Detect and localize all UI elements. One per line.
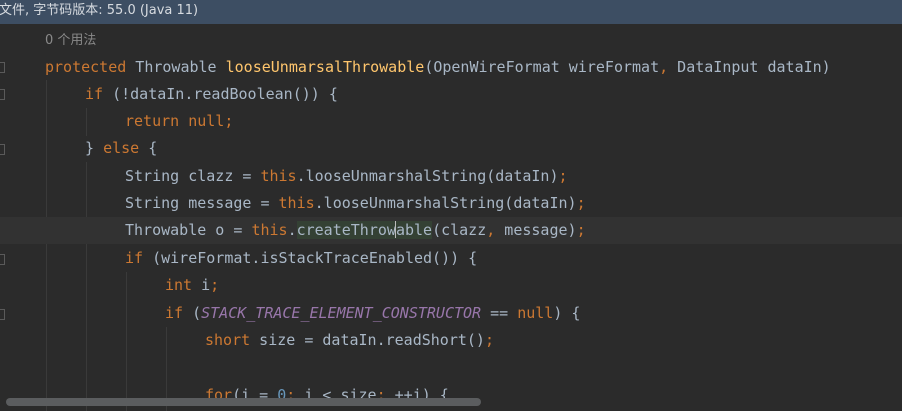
- code-text: int i;: [165, 276, 220, 294]
- code-text: } else {: [85, 139, 158, 157]
- text-caret: [395, 221, 397, 238]
- code-line-7-current: Throwable o = this.createThrowable(clazz…: [0, 217, 902, 244]
- code-line-5: String clazz = this.looseUnmarshalString…: [0, 163, 902, 190]
- code-text: protected Throwable looseUnmarsalThrowab…: [45, 58, 831, 76]
- code-text: String message = this.looseUnmarshalStri…: [125, 194, 586, 212]
- code-line-2: if (!dataIn.readBoolean()) {: [0, 81, 902, 108]
- code-text: if (STACK_TRACE_ELEMENT_CONSTRUCTOR == n…: [165, 304, 581, 322]
- title-bar: 文件, 字节码版本: 55.0 (Java 11): [0, 0, 902, 24]
- code-text: if (!dataIn.readBoolean()) {: [85, 85, 338, 103]
- code-text: if (wireFormat.isStackTraceEnabled()) {: [125, 249, 478, 267]
- code-line-3: return null;: [0, 108, 902, 135]
- code-text: short size = dataIn.readShort();: [205, 331, 494, 349]
- code-text: Throwable o = this.createThrowable(clazz…: [125, 221, 586, 239]
- usage-hint: 0 个用法: [45, 33, 97, 48]
- code-text: return null;: [125, 112, 234, 130]
- code-line-1: protected Throwable looseUnmarsalThrowab…: [0, 54, 902, 81]
- code-line-6: String message = this.looseUnmarshalStri…: [0, 190, 902, 217]
- title-bar-text: 文件, 字节码版本: 55.0 (Java 11): [0, 3, 199, 18]
- code-line-4: } else {: [0, 135, 902, 162]
- code-line-9: int i;: [0, 272, 902, 299]
- usage-hint-row: 0 个用法: [0, 24, 902, 51]
- horizontal-scrollbar[interactable]: [6, 398, 481, 406]
- code-line-8: if (wireFormat.isStackTraceEnabled()) {: [0, 245, 902, 272]
- code-editor[interactable]: 0 个用法 protected Throwable looseUnmarsalT…: [0, 24, 902, 411]
- code-line-10: if (STACK_TRACE_ELEMENT_CONSTRUCTOR == n…: [0, 300, 902, 327]
- code-text: String clazz = this.looseUnmarshalString…: [125, 167, 568, 185]
- code-line-11: short size = dataIn.readShort();: [0, 327, 902, 354]
